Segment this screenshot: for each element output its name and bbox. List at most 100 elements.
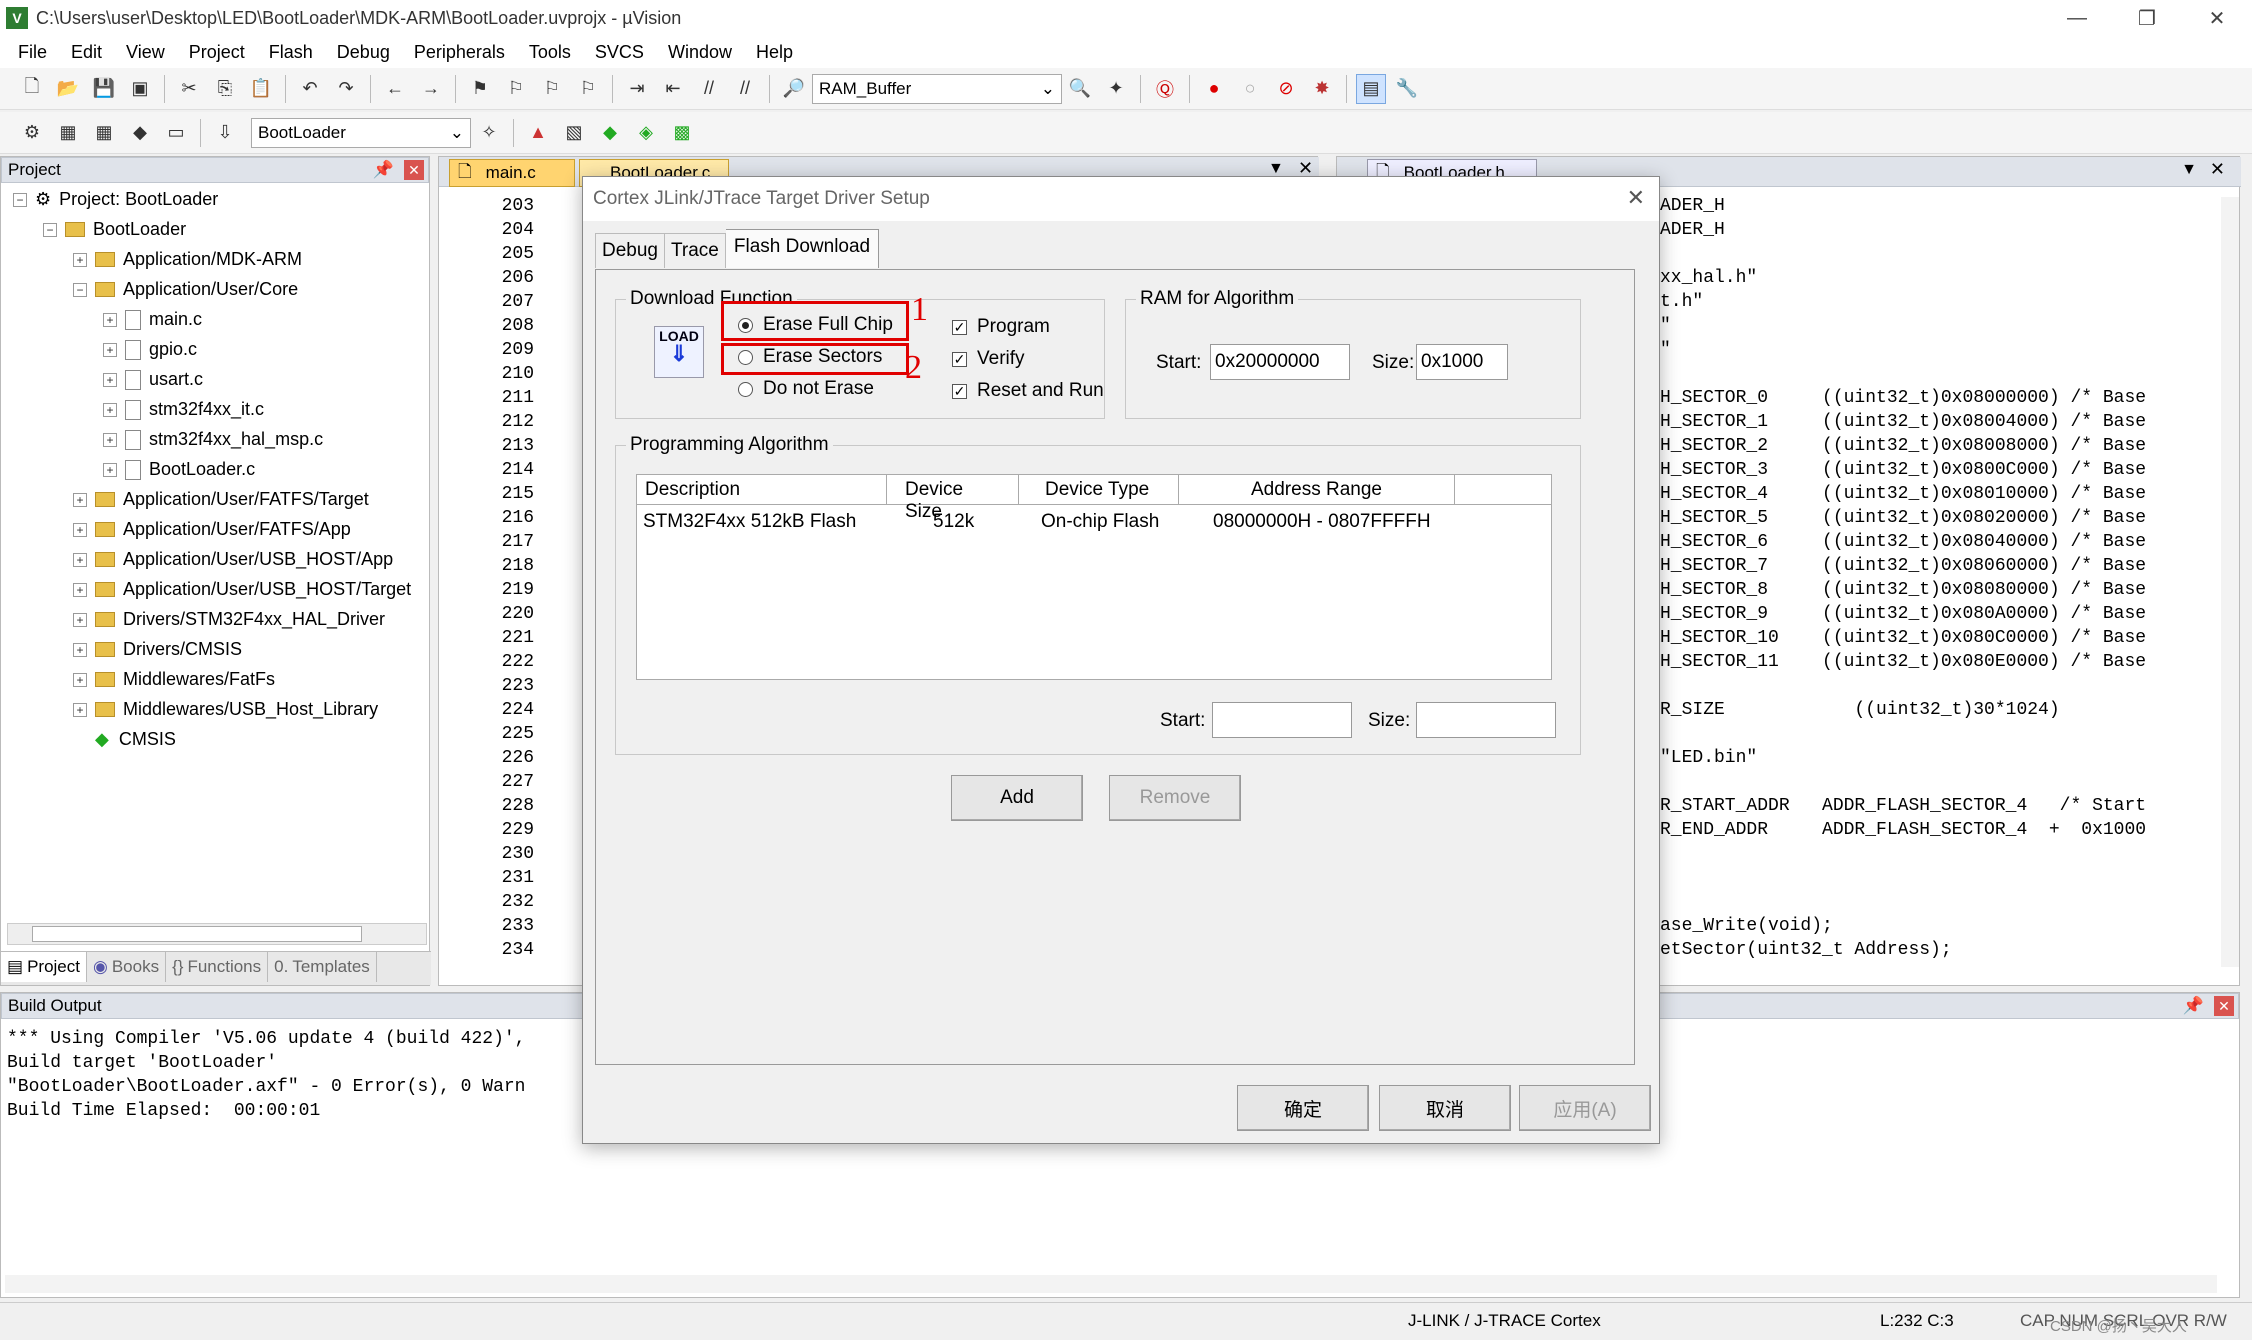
menu-tools[interactable]: Tools [517, 42, 583, 63]
find-icon[interactable]: 🔍 [1065, 74, 1095, 104]
bookmark-icon[interactable]: ⚑ [465, 74, 495, 104]
kill-breakpoints-icon[interactable]: ✸ [1307, 74, 1337, 104]
download-icon[interactable]: ⇩ [210, 118, 240, 148]
tree-file[interactable]: + BootLoader.c [103, 459, 255, 480]
unindent-icon[interactable]: ⇤ [658, 74, 688, 104]
menu-edit[interactable]: Edit [59, 42, 114, 63]
undo-icon[interactable]: ↶ [295, 74, 325, 104]
table-row[interactable]: STM32F4xx 512kB Flash 512k On-chip Flash… [637, 507, 1551, 537]
col-device-type[interactable]: Device Type [1019, 475, 1179, 505]
ram-size-input[interactable] [1416, 344, 1508, 380]
tree-group[interactable]: + Drivers/CMSIS [73, 639, 242, 660]
find-in-files-icon[interactable]: 🔎 [779, 74, 809, 104]
tree-group[interactable]: − Application/User/Core [73, 279, 298, 300]
editor-vscrollbar[interactable] [2221, 197, 2239, 967]
tree-group[interactable]: + Drivers/STM32F4xx_HAL_Driver [73, 609, 385, 630]
target-combo[interactable]: BootLoader ⌄ [251, 117, 471, 148]
nav-forward-icon[interactable]: → [416, 74, 446, 104]
tree-file[interactable]: + stm32f4xx_hal_msp.c [103, 429, 323, 450]
remove-button[interactable]: Remove [1109, 775, 1241, 821]
tree-file[interactable]: + stm32f4xx_it.c [103, 399, 264, 420]
scroll-thumb[interactable] [32, 926, 362, 942]
tab-functions[interactable]: {} Functions [166, 952, 269, 982]
build-icon[interactable]: ▦ [53, 118, 83, 148]
rte-icon[interactable]: ▩ [667, 118, 697, 148]
tab-flash-download[interactable]: Flash Download [725, 229, 880, 268]
batch-build-icon[interactable]: ◆ [125, 118, 155, 148]
tab-debug[interactable]: Debug [595, 233, 665, 268]
next-bookmark-icon[interactable]: ⚐ [537, 74, 567, 104]
check-program[interactable]: ✓ Program [952, 316, 1050, 338]
col-device-size[interactable]: Device Size [887, 475, 1019, 522]
copy-icon[interactable]: ⎘ [210, 74, 240, 104]
apply-button[interactable]: 应用(A) [1519, 1085, 1651, 1131]
menu-window[interactable]: Window [656, 42, 744, 63]
tree-project-root[interactable]: − ⚙ Project: BootLoader [13, 189, 218, 210]
check-verify[interactable]: ✓ Verify [952, 348, 1025, 370]
tree-group[interactable]: + Middlewares/FatFs [73, 669, 275, 690]
uncomment-icon[interactable]: // [730, 74, 760, 104]
dialog-close-button[interactable]: ✕ [1627, 185, 1645, 211]
menu-svcs[interactable]: SVCS [583, 42, 656, 63]
project-hscrollbar[interactable] [7, 923, 427, 945]
stop-build-icon[interactable]: ▭ [161, 118, 191, 148]
radio-do-not-erase[interactable]: Do not Erase [738, 378, 874, 400]
breakpoint-icon[interactable]: ● [1199, 74, 1229, 104]
tree-target[interactable]: − BootLoader [43, 219, 186, 240]
add-button[interactable]: Add [951, 775, 1083, 821]
tree-component[interactable]: ◆ CMSIS [95, 729, 176, 750]
save-icon[interactable]: 💾 [89, 74, 119, 104]
indent-icon[interactable]: ⇥ [622, 74, 652, 104]
algo-start-input[interactable] [1212, 702, 1352, 738]
build-output-hscrollbar[interactable] [5, 1275, 2217, 1293]
ram-start-input[interactable] [1210, 344, 1350, 380]
nav-back-icon[interactable]: ← [380, 74, 410, 104]
tab-project[interactable]: ▤ Project [1, 952, 87, 982]
pin-icon[interactable]: 📌 [373, 160, 394, 180]
manage-project-items-icon[interactable]: ▲ [523, 118, 553, 148]
translate-icon[interactable]: ⚙ [17, 118, 47, 148]
tree-group[interactable]: + Middlewares/USB_Host_Library [73, 699, 378, 720]
prev-bookmark-icon[interactable]: ⚐ [501, 74, 531, 104]
close-window-button[interactable]: ✕ [2182, 0, 2252, 36]
open-file-icon[interactable]: 📂 [53, 74, 83, 104]
col-description[interactable]: Description [637, 475, 887, 505]
tab-templates[interactable]: 0. Templates [268, 952, 377, 982]
minimize-button[interactable]: — [2042, 0, 2112, 36]
configure-icon[interactable]: 🔧 [1392, 74, 1422, 104]
check-reset-and-run[interactable]: ✓ Reset and Run [952, 380, 1104, 402]
menu-debug[interactable]: Debug [325, 42, 402, 63]
menu-flash[interactable]: Flash [257, 42, 325, 63]
incremental-find-icon[interactable]: ✦ [1101, 74, 1131, 104]
manage-components-icon[interactable]: ◆ [595, 118, 625, 148]
tree-group[interactable]: + Application/User/USB_HOST/App [73, 549, 393, 570]
menu-peripherals[interactable]: Peripherals [402, 42, 517, 63]
target-options-icon[interactable]: ✧ [474, 118, 504, 148]
debug-session-icon[interactable]: Ⓠ [1150, 74, 1180, 104]
select-packs-icon[interactable]: ▧ [559, 118, 589, 148]
close-icon[interactable]: ✕ [2210, 159, 2225, 180]
tree-file[interactable]: + main.c [103, 309, 202, 330]
tab-trace[interactable]: Trace [665, 233, 726, 268]
cancel-button[interactable]: 取消 [1379, 1085, 1511, 1131]
tab-books[interactable]: ◉ Books [87, 952, 167, 982]
tree-group[interactable]: + Application/User/FATFS/Target [73, 489, 369, 510]
clear-bookmarks-icon[interactable]: ⚐ [573, 74, 603, 104]
pack-installer-icon[interactable]: ◈ [631, 118, 661, 148]
tree-group[interactable]: + Application/MDK-ARM [73, 249, 302, 270]
new-file-icon[interactable]: 🗋 [17, 74, 47, 104]
maximize-button[interactable]: ❐ [2112, 0, 2182, 36]
menu-help[interactable]: Help [744, 42, 805, 63]
cut-icon[interactable]: ✂ [174, 74, 204, 104]
save-all-icon[interactable]: ▣ [125, 74, 155, 104]
pin-icon[interactable]: 📌 [2183, 996, 2204, 1016]
disable-breakpoint-icon[interactable]: ○ [1235, 74, 1265, 104]
menu-project[interactable]: Project [177, 42, 257, 63]
tree-file[interactable]: + usart.c [103, 369, 203, 390]
paste-icon[interactable]: 📋 [246, 74, 276, 104]
rebuild-icon[interactable]: ▦ [89, 118, 119, 148]
tree-group[interactable]: + Application/User/USB_HOST/Target [73, 579, 411, 600]
window-layout-icon[interactable]: ▤ [1356, 73, 1386, 104]
disable-all-breakpoints-icon[interactable]: ⊘ [1271, 74, 1301, 104]
close-icon[interactable]: ✕ [2214, 996, 2234, 1016]
